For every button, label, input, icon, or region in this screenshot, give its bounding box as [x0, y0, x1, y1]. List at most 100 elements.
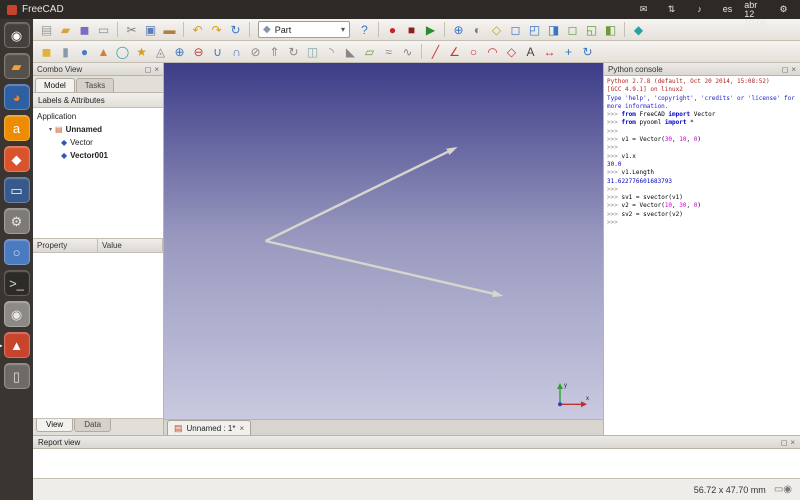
boolean-cut-icon[interactable]: ⊖ [189, 43, 208, 61]
tree-item-vector[interactable]: ◆Vector [33, 136, 163, 149]
tree-item-unnamed[interactable]: ▾▤Unnamed [33, 123, 163, 136]
launcher-screenshot-icon[interactable]: ◉ [4, 301, 30, 327]
launcher-dash-home-icon[interactable]: ◉ [4, 22, 30, 48]
launcher-trash-icon[interactable]: ▯ [4, 363, 30, 389]
copy-icon[interactable]: ▣ [141, 21, 160, 39]
launcher-firefox-icon[interactable]: ◕ [4, 84, 30, 110]
sound-icon[interactable]: ♪ [690, 1, 709, 19]
whats-this-icon[interactable]: ? [355, 21, 374, 39]
mouse-model-icon[interactable]: ◉ [783, 481, 792, 499]
python-console-header[interactable]: Python console ◻ × [604, 63, 800, 76]
float-icon[interactable]: ◻ [145, 65, 152, 74]
launcher-software-center-icon[interactable]: ◆ [4, 146, 30, 172]
cut-icon[interactable]: ✂ [122, 21, 141, 39]
labels-attributes-header[interactable]: Labels & Attributes [33, 93, 163, 108]
view-top-icon[interactable]: ◰ [525, 21, 544, 39]
close-icon[interactable]: × [790, 438, 795, 447]
part-sphere-icon[interactable]: ● [75, 43, 94, 61]
view-rear-icon[interactable]: ◻ [563, 21, 582, 39]
network-icon[interactable]: ⇅ [662, 1, 681, 19]
view-isometric-icon[interactable]: ◇ [487, 21, 506, 39]
revolve-icon[interactable]: ↻ [284, 43, 303, 61]
part-cylinder-icon[interactable]: ▮ [56, 43, 75, 61]
keyboard-indicator[interactable]: es [718, 1, 737, 19]
launcher-chromium-icon[interactable]: ○ [4, 239, 30, 265]
measure-icon[interactable]: ◆ [629, 21, 648, 39]
messaging-icon[interactable]: ✉ [634, 1, 653, 19]
tab-data[interactable]: Data [74, 419, 111, 432]
3d-viewport[interactable]: x y [164, 63, 603, 419]
combo-view-header[interactable]: Combo View ◻ × [33, 63, 163, 76]
report-view-header[interactable]: Report view ◻ × [33, 435, 800, 449]
draw-style-icon[interactable]: ◐ [468, 21, 487, 39]
tab-model[interactable]: Model [35, 78, 75, 92]
ruled-surface-icon[interactable]: ▱ [360, 43, 379, 61]
session-menu-icon[interactable]: ⚙ [774, 1, 793, 19]
draft-rotate-icon[interactable]: ↻ [578, 43, 597, 61]
value-column[interactable]: Value [98, 239, 163, 252]
loft-icon[interactable]: ≈ [379, 43, 398, 61]
focused-app-area[interactable]: FreeCAD [7, 4, 64, 15]
boolean-intersection-icon[interactable]: ∩ [227, 43, 246, 61]
print-icon[interactable]: ▭ [94, 21, 113, 39]
sweep-icon[interactable]: ∿ [398, 43, 417, 61]
new-file-icon[interactable]: ▤ [37, 21, 56, 39]
open-file-icon[interactable]: ▰ [56, 21, 75, 39]
draft-line-icon[interactable]: ╱ [426, 43, 445, 61]
paste-icon[interactable]: ▬ [160, 21, 179, 39]
launcher-freecad-icon[interactable]: ▸▲ [4, 332, 30, 358]
python-console-output[interactable]: Python 2.7.8 (default, Oct 20 2014, 15:0… [604, 76, 800, 435]
view-right-icon[interactable]: ◨ [544, 21, 563, 39]
float-icon[interactable]: ◻ [781, 438, 788, 447]
view-left-icon[interactable]: ◧ [601, 21, 620, 39]
fillet-icon[interactable]: ◝ [322, 43, 341, 61]
save-icon[interactable]: ◼ [75, 21, 94, 39]
undo-icon[interactable]: ↶ [188, 21, 207, 39]
clock[interactable]: dom abr 12 10:06 [746, 1, 765, 19]
property-column[interactable]: Property [33, 239, 98, 252]
tab-view[interactable]: View [36, 419, 73, 432]
launcher-system-settings-icon[interactable]: ⚙ [4, 208, 30, 234]
draft-wire-icon[interactable]: ∠ [445, 43, 464, 61]
close-icon[interactable]: × [154, 65, 159, 74]
report-view-output[interactable] [33, 449, 800, 479]
part-torus-icon[interactable]: ◯ [113, 43, 132, 61]
close-icon[interactable]: × [791, 65, 796, 74]
view-bottom-icon[interactable]: ◱ [582, 21, 601, 39]
draft-circle-icon[interactable]: ○ [464, 43, 483, 61]
fit-all-icon[interactable]: ⊕ [449, 21, 468, 39]
tab-close-icon[interactable]: × [239, 424, 244, 433]
macro-record-icon[interactable]: ● [383, 21, 402, 39]
macro-execute-icon[interactable]: ▶ [421, 21, 440, 39]
dimension-status-icon[interactable]: ▭ [774, 481, 783, 499]
draft-text-icon[interactable]: A [521, 43, 540, 61]
mirror-icon[interactable]: ◫ [303, 43, 322, 61]
part-primitives-icon[interactable]: ★ [132, 43, 151, 61]
launcher-files-icon[interactable]: ▰ [4, 53, 30, 79]
view-front-icon[interactable]: ◻ [506, 21, 525, 39]
draft-arc-icon[interactable]: ◠ [483, 43, 502, 61]
redo-icon[interactable]: ↷ [207, 21, 226, 39]
chamfer-icon[interactable]: ◣ [341, 43, 360, 61]
vector-v2-arrow[interactable] [266, 241, 493, 294]
tab-tasks[interactable]: Tasks [76, 78, 114, 92]
boolean-union-icon[interactable]: ∪ [208, 43, 227, 61]
tree-item-application[interactable]: Application [33, 110, 163, 123]
vector-v1-arrow[interactable] [266, 152, 448, 241]
launcher-libreoffice-icon[interactable]: ▭ [4, 177, 30, 203]
document-tab[interactable]: ▤ Unnamed : 1* × [167, 420, 251, 435]
part-box-icon[interactable]: ◼ [37, 43, 56, 61]
draft-polygon-icon[interactable]: ◇ [502, 43, 521, 61]
float-icon[interactable]: ◻ [782, 65, 789, 74]
extrude-icon[interactable]: ⇑ [265, 43, 284, 61]
tree-item-vector001[interactable]: ◆Vector001 [33, 149, 163, 162]
section-icon[interactable]: ⊘ [246, 43, 265, 61]
property-table-body[interactable] [33, 253, 163, 419]
macro-stop-icon[interactable]: ■ [402, 21, 421, 39]
workbench-selector[interactable]: ◆ Part ▾ [258, 21, 350, 38]
part-shapebuilder-icon[interactable]: ◬ [151, 43, 170, 61]
refresh-icon[interactable]: ↻ [226, 21, 245, 39]
draft-dimension-icon[interactable]: ↔ [540, 43, 559, 61]
launcher-terminal-icon[interactable]: >_ [4, 270, 30, 296]
launcher-amazon-icon[interactable]: a [4, 115, 30, 141]
